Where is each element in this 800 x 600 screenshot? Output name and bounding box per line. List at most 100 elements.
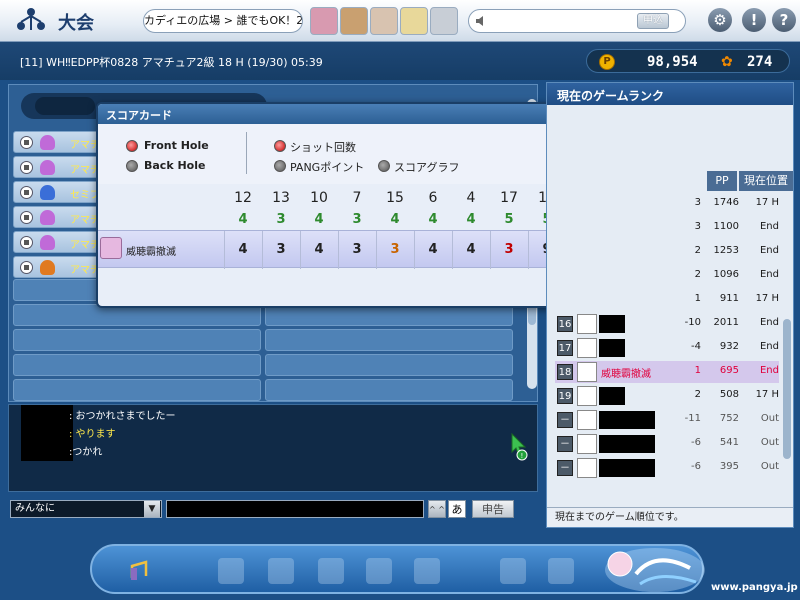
shot-count-label[interactable]: ショット回数 <box>290 139 356 155</box>
front-hole-label[interactable]: Front Hole <box>144 139 209 152</box>
chevron-down-icon[interactable]: ▼ <box>144 501 160 517</box>
rank-score: 3 <box>694 197 701 208</box>
redacted-name <box>599 387 625 405</box>
dock-item-icon[interactable] <box>268 558 294 584</box>
ranking-row[interactable]: － -6 395 Out <box>555 457 779 479</box>
item-slot-4[interactable] <box>400 7 428 35</box>
front-hole-radio[interactable] <box>126 140 138 152</box>
hole-number: 10 <box>310 190 328 206</box>
dock-item-icon[interactable] <box>318 558 344 584</box>
ranking-title: 現在のゲームランク <box>557 89 665 103</box>
rank-badge-icon <box>40 185 55 200</box>
dock-item-icon[interactable] <box>366 558 392 584</box>
rank-position: End <box>759 269 779 280</box>
pang-point-radio[interactable] <box>274 160 286 172</box>
back-hole-label[interactable]: Back Hole <box>144 159 205 172</box>
pang-value: 98,954 <box>647 54 698 70</box>
channel-chat-box[interactable]: 申込 <box>468 9 686 33</box>
hole-score: 4 <box>466 242 476 257</box>
rank-position: 17 H <box>755 293 779 304</box>
item-slot-empty[interactable] <box>430 7 458 35</box>
chat-log: : おつかれさまでしたー: やります:つかれ ! <box>8 404 538 492</box>
rank-pp: 1096 <box>713 269 739 280</box>
dock-item-icon[interactable] <box>548 558 574 584</box>
hole-par: 3 <box>276 212 286 227</box>
rank-score: 3 <box>694 221 701 232</box>
empty-player-slot <box>13 354 261 376</box>
ime-toggle-button[interactable]: あ <box>448 500 466 518</box>
column-divider <box>262 231 263 269</box>
ranking-row[interactable]: － -6 541 Out <box>555 433 779 455</box>
currency-box: P 98,954 ✿ 274 <box>586 49 790 73</box>
player-name: 威聴霸撤滅 <box>126 247 176 258</box>
hole-score: 4 <box>238 242 248 257</box>
hole-par: 4 <box>428 212 438 227</box>
rank-number: － <box>557 460 573 476</box>
ranking-row[interactable]: 3 1100 End <box>555 217 779 239</box>
dock-item-icon[interactable] <box>500 558 526 584</box>
rank-position: 17 H <box>755 197 779 208</box>
rank-pp: 541 <box>719 437 739 448</box>
music-icon[interactable] <box>128 558 154 584</box>
hole-number: 12 <box>234 190 252 206</box>
back-hole-radio[interactable] <box>126 160 138 172</box>
settings-icon[interactable]: ⚙ <box>708 8 732 32</box>
hole-number: 6 <box>428 190 438 206</box>
dock-item-icon[interactable] <box>218 558 244 584</box>
ranking-row[interactable]: 19 2 508 17 H <box>555 385 779 407</box>
rank-number: 19 <box>557 388 573 404</box>
ranking-row[interactable]: 18 威聴霸撤滅 1 695 End <box>555 361 779 383</box>
hole-score: 3 <box>276 242 286 257</box>
hole-score: 4 <box>314 242 324 257</box>
rank-score: -6 <box>691 437 701 448</box>
ranking-row[interactable]: － -11 752 Out <box>555 409 779 431</box>
item-slot-1[interactable] <box>310 7 338 35</box>
ranking-row[interactable]: 17 -4 932 End <box>555 337 779 359</box>
ranking-row[interactable]: 3 1746 17 H <box>555 193 779 215</box>
chat-target-select[interactable]: みんなに <box>10 500 162 518</box>
avatar <box>577 338 597 358</box>
site-url: www.pangya.jp <box>711 582 798 593</box>
item-slot-3[interactable] <box>370 7 398 35</box>
pang-point-label[interactable]: PANGポイント <box>290 159 364 175</box>
room-location[interactable]: カディエの広場 > 誰でもOK！2 <box>143 9 303 33</box>
apply-button[interactable]: 申込 <box>637 13 669 29</box>
emote-caret-button[interactable]: ^ ^ <box>428 500 446 518</box>
app-title: 大会 <box>58 13 94 34</box>
column-header-pp: PP <box>707 171 737 191</box>
avatar <box>577 362 597 382</box>
rank-position: End <box>759 365 779 376</box>
status-icon <box>20 136 33 149</box>
ranking-row[interactable]: 2 1096 End <box>555 265 779 287</box>
ranking-row[interactable]: 2 1253 End <box>555 241 779 263</box>
pang-coin-icon: P <box>599 54 615 70</box>
rank-pp: 695 <box>719 365 739 376</box>
hole-par: 4 <box>466 212 476 227</box>
rank-score: 2 <box>694 269 701 280</box>
empty-player-slot <box>265 379 513 401</box>
alert-icon[interactable]: ! <box>742 8 766 32</box>
ranking-panel: 現在のゲームランク PP 現在位置 3 1746 17 H 3 1100 End 2 1253… <box>546 82 794 528</box>
ranking-scrollbar[interactable] <box>783 319 791 459</box>
help-icon[interactable]: ? <box>772 8 796 32</box>
cookie-value: 274 <box>747 54 773 70</box>
ranking-row[interactable]: 16 -10 2011 End <box>555 313 779 335</box>
rank-position: Out <box>760 413 779 424</box>
rank-pp: 1100 <box>713 221 739 232</box>
ranking-row[interactable]: 1 911 17 H <box>555 289 779 311</box>
item-slot-2[interactable] <box>340 7 368 35</box>
rank-position: End <box>759 341 779 352</box>
avatar <box>100 237 122 259</box>
hole-par: 4 <box>314 212 324 227</box>
score-graph-label[interactable]: スコアグラフ <box>394 159 459 175</box>
score-graph-radio[interactable] <box>378 160 390 172</box>
status-icon <box>20 161 33 174</box>
dock-item-icon[interactable] <box>414 558 440 584</box>
report-button[interactable]: 申告 <box>472 500 514 518</box>
chat-input[interactable] <box>166 500 424 518</box>
column-divider <box>300 231 301 269</box>
options-divider <box>246 132 247 174</box>
rank-number: 16 <box>557 316 573 332</box>
hole-par: 4 <box>238 212 248 227</box>
shot-count-radio[interactable] <box>274 140 286 152</box>
